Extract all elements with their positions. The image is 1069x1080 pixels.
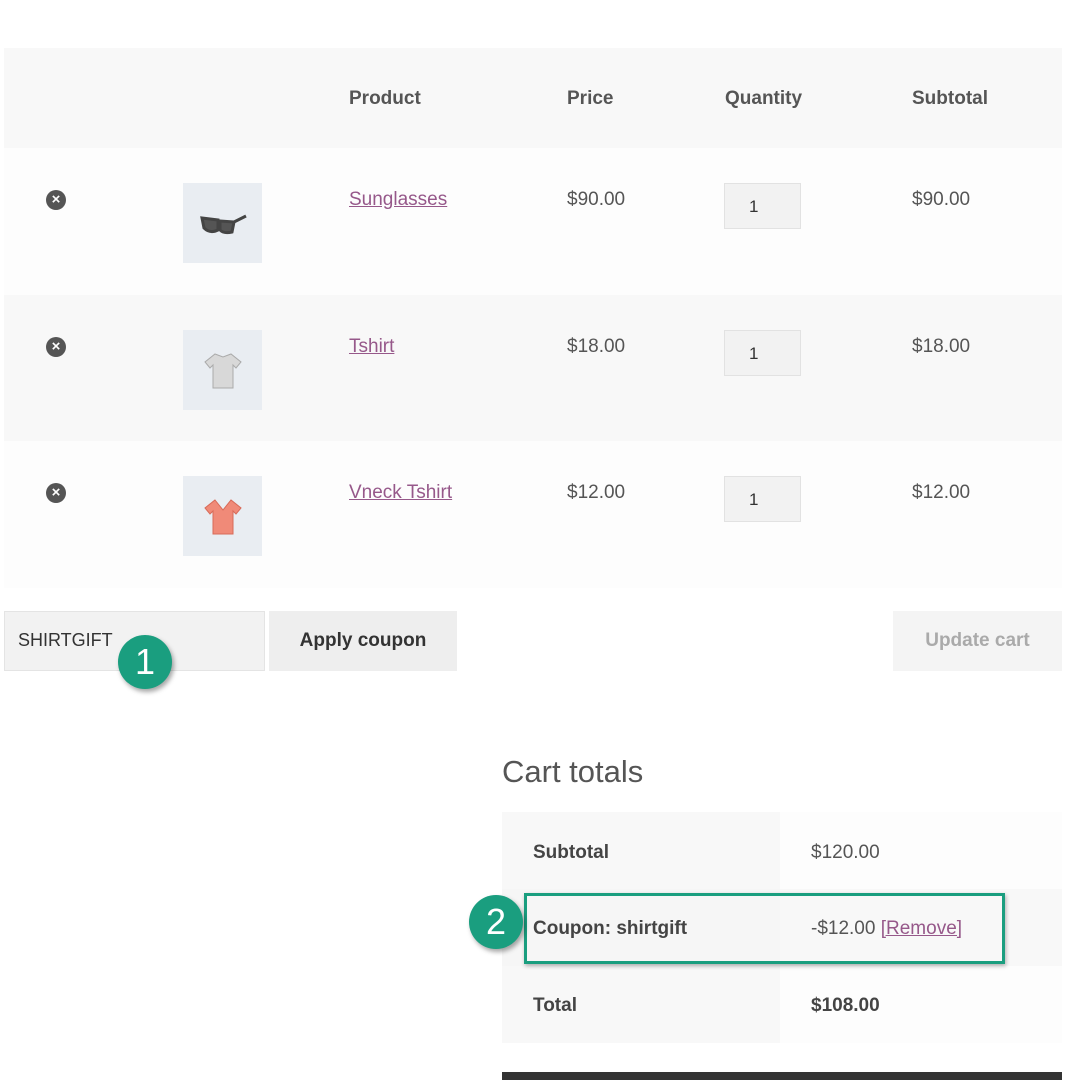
remove-item-icon[interactable]: × xyxy=(46,190,66,210)
callout-badge-2: 2 xyxy=(469,895,523,949)
remove-item-icon[interactable]: × xyxy=(46,336,66,357)
product-price: $12.00 xyxy=(567,482,626,504)
tshirt-icon[interactable] xyxy=(183,329,262,410)
subtotal-label: Subtotal xyxy=(533,842,609,863)
total-value: $108.00 xyxy=(811,995,880,1016)
product-link[interactable]: Vneck Tshirt xyxy=(349,482,452,504)
quantity-input[interactable]: 1 xyxy=(724,329,801,376)
total-label: Total xyxy=(533,995,577,1016)
subtotal-value: $120.00 xyxy=(811,842,880,863)
quantity-input[interactable]: 1 xyxy=(724,476,801,523)
product-link[interactable]: Sunglasses xyxy=(349,189,447,211)
product-link[interactable]: Tshirt xyxy=(349,336,394,358)
cart-totals-title: Cart totals xyxy=(502,754,644,789)
column-quantity: Quantity xyxy=(725,88,803,109)
quantity-input[interactable]: 1 xyxy=(724,183,801,229)
product-subtotal: $90.00 xyxy=(912,189,971,210)
column-price: Price xyxy=(567,88,614,109)
column-subtotal: Subtotal xyxy=(912,88,988,109)
vneck-tshirt-icon[interactable] xyxy=(183,476,262,557)
sunglasses-icon[interactable] xyxy=(183,183,262,263)
product-price: $90.00 xyxy=(567,189,626,210)
cart-row xyxy=(4,148,1062,295)
cart-row xyxy=(4,294,1062,442)
checkout-button[interactable] xyxy=(502,1072,1062,1080)
cart-table-header xyxy=(4,48,1062,148)
coupon-highlight-box xyxy=(524,893,1005,964)
cart-row xyxy=(4,441,1062,589)
callout-badge-1: 1 xyxy=(118,635,172,689)
product-subtotal: $18.00 xyxy=(912,335,971,357)
update-cart-button[interactable]: Update cart xyxy=(893,611,1062,671)
product-price: $18.00 xyxy=(567,335,626,357)
product-subtotal: $12.00 xyxy=(912,482,971,504)
apply-coupon-button[interactable]: Apply coupon xyxy=(269,611,457,671)
column-product: Product xyxy=(349,88,421,109)
